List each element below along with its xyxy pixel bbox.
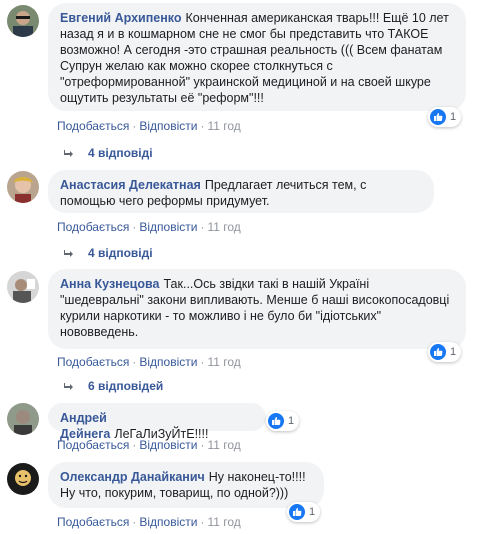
like-count: 1 — [309, 506, 316, 518]
like-count: 1 — [288, 415, 295, 427]
replies-count: 4 відповіді — [88, 146, 153, 160]
comment-actions: Подобається · Відповісти · 11 год — [57, 119, 241, 133]
comment-text: Конченная американская тварь!!! Ещё 10 л… — [60, 11, 453, 105]
view-replies-link[interactable]: 6 відповідей — [62, 378, 163, 394]
avatar[interactable] — [7, 5, 39, 37]
author-name[interactable]: Анастасия Делекатная — [60, 178, 201, 192]
thumbs-up-icon — [430, 344, 446, 360]
comment-bubble: Евгений Архипенко Конченная американская … — [48, 3, 466, 111]
avatar[interactable] — [7, 271, 39, 303]
author-name[interactable]: Евгений Архипенко — [60, 11, 181, 25]
reply-button[interactable]: Відповісти — [139, 220, 197, 234]
reply-arrow-icon — [64, 150, 73, 157]
comment-bubble: Анастасия Делекатная Предлагает лечиться … — [48, 170, 434, 213]
reply-button[interactable]: Відповісти — [139, 515, 197, 529]
replies-count: 6 відповідей — [88, 379, 164, 393]
comment-actions: Подобається · Відповісти · 11 год — [57, 355, 241, 369]
like-button[interactable]: Подобається — [57, 220, 129, 234]
like-count-badge[interactable]: 1 — [428, 342, 462, 362]
like-button[interactable]: Подобається — [57, 438, 129, 452]
view-replies-link[interactable]: 4 відповіді — [62, 145, 153, 161]
view-replies-link[interactable]: 4 відповіді — [62, 245, 153, 261]
timestamp[interactable]: 11 год — [207, 119, 240, 133]
thumbs-up-icon — [268, 413, 284, 429]
like-count-badge[interactable]: 1 — [287, 502, 321, 522]
replies-count: 4 відповіді — [88, 246, 153, 260]
like-button[interactable]: Подобається — [57, 515, 129, 529]
like-count-badge[interactable]: 1 — [266, 411, 300, 431]
thumbs-up-icon — [430, 109, 446, 125]
thumbs-up-icon — [289, 504, 305, 520]
like-count: 1 — [450, 346, 457, 358]
timestamp[interactable]: 11 год — [207, 355, 240, 369]
reply-arrow-icon — [64, 383, 73, 390]
reply-arrow-icon — [64, 250, 73, 257]
timestamp[interactable]: 11 год — [207, 515, 240, 529]
comment-actions: Подобається · Відповісти · 11 год — [57, 438, 241, 452]
avatar[interactable] — [7, 171, 39, 203]
comment-actions: Подобається · Відповісти · 11 год — [57, 220, 241, 234]
avatar[interactable] — [7, 403, 39, 435]
like-count-badge[interactable]: 1 — [428, 107, 462, 127]
reply-button[interactable]: Відповісти — [139, 438, 197, 452]
avatar[interactable] — [7, 463, 39, 495]
author-name[interactable]: Андрей Дейнега — [60, 411, 110, 441]
author-name[interactable]: Олександр Данайканич — [60, 470, 205, 484]
like-count: 1 — [450, 111, 457, 123]
reply-button[interactable]: Відповісти — [139, 119, 197, 133]
like-button[interactable]: Подобається — [57, 355, 129, 369]
comment-bubble: Андрей Дейнега ЛеГаЛиЗуЙтЕ!!!! — [48, 403, 266, 441]
comment-bubble: Олександр Данайканич Ну наконец-то!!!! Ну… — [48, 462, 324, 508]
comment-actions: Подобається · Відповісти · 11 год — [57, 515, 241, 529]
author-name[interactable]: Анна Кузнецова — [60, 277, 159, 291]
reply-button[interactable]: Відповісти — [139, 355, 197, 369]
timestamp[interactable]: 11 год — [207, 220, 240, 234]
like-button[interactable]: Подобається — [57, 119, 129, 133]
comment-bubble: Анна Кузнецова Так...Ось звідки такі в на… — [48, 269, 466, 349]
timestamp[interactable]: 11 год — [207, 438, 240, 452]
